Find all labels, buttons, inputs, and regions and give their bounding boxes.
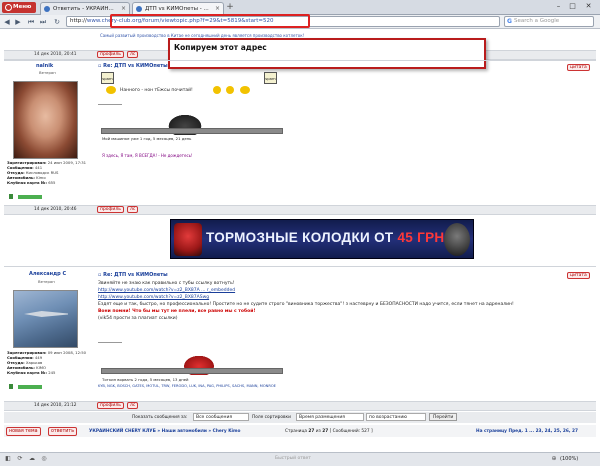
new-tab-button[interactable]: + [225,3,235,13]
spam-sign-left: spam [101,72,114,84]
minimize-icon[interactable]: – [553,2,564,10]
opera-logo-icon [5,4,12,11]
online-status-icon [9,194,13,199]
jet-image [24,311,68,317]
google-icon: G [507,18,512,25]
signature-divider [98,104,122,105]
author-info: Зарегистрирован: 09 июн 2008, 12:50 Сооб… [7,350,87,375]
post-footer [4,401,596,411]
favicon-icon [136,6,142,12]
tickerfactory-ruler [101,128,283,134]
profile-button[interactable]: профиль [97,206,124,213]
post-date: 14 дек 2010, 20:46 [34,207,77,212]
page-info: Страница 27 из 27 [ Сообщений: 527 ] [285,429,373,434]
close-tab-icon[interactable]: × [215,5,220,12]
signature-divider [98,342,122,343]
author-rank: Ветеран [38,279,55,284]
post-footer [4,205,596,215]
pm-button[interactable]: лс [127,402,139,409]
post-body: Нанного - нон тЕжсы почитай! [120,88,193,93]
avatar [13,81,78,159]
back-icon[interactable]: ◀ [2,17,12,27]
maximize-icon[interactable]: □ [567,2,578,10]
zoom-level[interactable]: (100%) [560,456,578,462]
profile-button[interactable]: профиль [97,51,124,58]
divider [4,266,596,267]
santa-image [174,223,202,256]
sync-icon[interactable]: ☁ [27,454,37,464]
rewind-icon[interactable]: ⏮ [26,17,36,27]
show-select[interactable]: Все сообщения [193,413,249,421]
forward-icon[interactable]: ▶ [13,17,23,27]
quote-button[interactable]: цитата [567,64,590,71]
profile-button[interactable]: профиль [97,402,124,409]
reputation-bar [18,195,42,199]
search-input[interactable]: G Search a Google [504,16,594,27]
smiley-icon [240,86,250,94]
author-rank: Ветеран [39,70,56,75]
reputation-bar [18,385,42,389]
divider [4,60,596,61]
favicon-icon [44,6,50,12]
brake-pads-banner[interactable]: ТОРМОЗНЫЕ КОЛОДКИ ОТ 45 ГРН [170,219,474,259]
sort-label: Поле сортировки [252,415,291,420]
pm-button[interactable]: лс [127,51,139,58]
smiley-icon [213,86,221,94]
avatar [13,290,78,348]
fast-forward-icon[interactable]: ⏭ [38,17,48,27]
signature-text: Я здесь, Я там, Я ВСЕГДА! - Не дождетесь… [102,153,193,158]
car-ticker-caption: Тоткин ворвать 2 года, 5 месяцев, 13 дне… [102,377,189,382]
reply-button[interactable]: ответить [48,427,78,436]
pagination[interactable]: На страницу Пред. 1 ... 23, 24, 25, 26, … [476,429,578,434]
close-window-icon[interactable]: ✕ [583,2,594,10]
author-info: Зарегистрирован: 24 июн 2009, 17:31 Сооб… [7,160,87,185]
post-subject[interactable]: ▫ Re: ДТП vs КИМОпеты [98,272,168,278]
post-subject[interactable]: ▫ Re: ДТП vs КИМОпеты [98,63,168,69]
youtube-link[interactable]: http://www.youtube.com/watch?v=z2_BX87A … [98,287,568,294]
post-date: 14 дек 2010, 21:12 [34,403,77,408]
breadcrumb[interactable]: УКРАИНСКИЙ CHERY КЛУБ » Наши автомобили … [89,429,240,434]
panel-toggle-icon[interactable]: ◧ [3,454,13,464]
new-topic-button[interactable]: новая тема [6,427,41,436]
unite-icon[interactable]: ◎ [39,454,49,464]
post-author[interactable]: nalnik [36,63,53,69]
zoom-icon[interactable]: ⊕ [549,454,559,464]
instruction-callout: Копируем этот адрес [168,38,486,69]
brake-disc-image [444,223,470,256]
opera-menu-button[interactable]: Меню [2,2,36,13]
tickerfactory-ruler [101,368,283,374]
show-label: Показать сообщения за: [132,415,188,420]
post-body: Звиняйте не знаю как правильно с тубы сс… [98,280,568,322]
youtube-link[interactable]: http://www.youtube.com/watch?v=z2_BX87AS… [98,294,568,301]
online-status-icon [9,384,13,389]
banner-text: ТОРМОЗНЫЕ КОЛОДКИ ОТ 45 ГРН [206,230,445,245]
sort-field-select[interactable]: Время размещения [296,413,364,421]
post-author[interactable]: Александр С [29,271,66,277]
close-tab-icon[interactable]: × [121,5,126,12]
reload-icon[interactable]: ↻ [52,17,62,27]
quick-reply-label: Быстрый ответ [275,456,311,461]
post-date: 14 дек 2010, 20:41 [34,52,77,57]
url-highlight [110,14,310,28]
car-ticker-caption: Мой машинке уже 1 год, 5 месяцев, 21 ден… [102,136,192,141]
pm-button[interactable]: лс [127,206,139,213]
turbo-icon[interactable]: ⟳ [15,454,25,464]
sort-order-select[interactable]: по возрастанию [366,413,426,421]
quote-button[interactable]: цитата [567,272,590,279]
spam-sign-right: spam [264,72,277,84]
smiley-icon [106,86,116,94]
sponsor-links[interactable]: KYB, NGK, BOSCH, GATES, MOTUL, TRW, FERO… [98,384,276,388]
go-button[interactable]: Перейти [429,413,458,421]
smiley-icon [226,86,234,94]
